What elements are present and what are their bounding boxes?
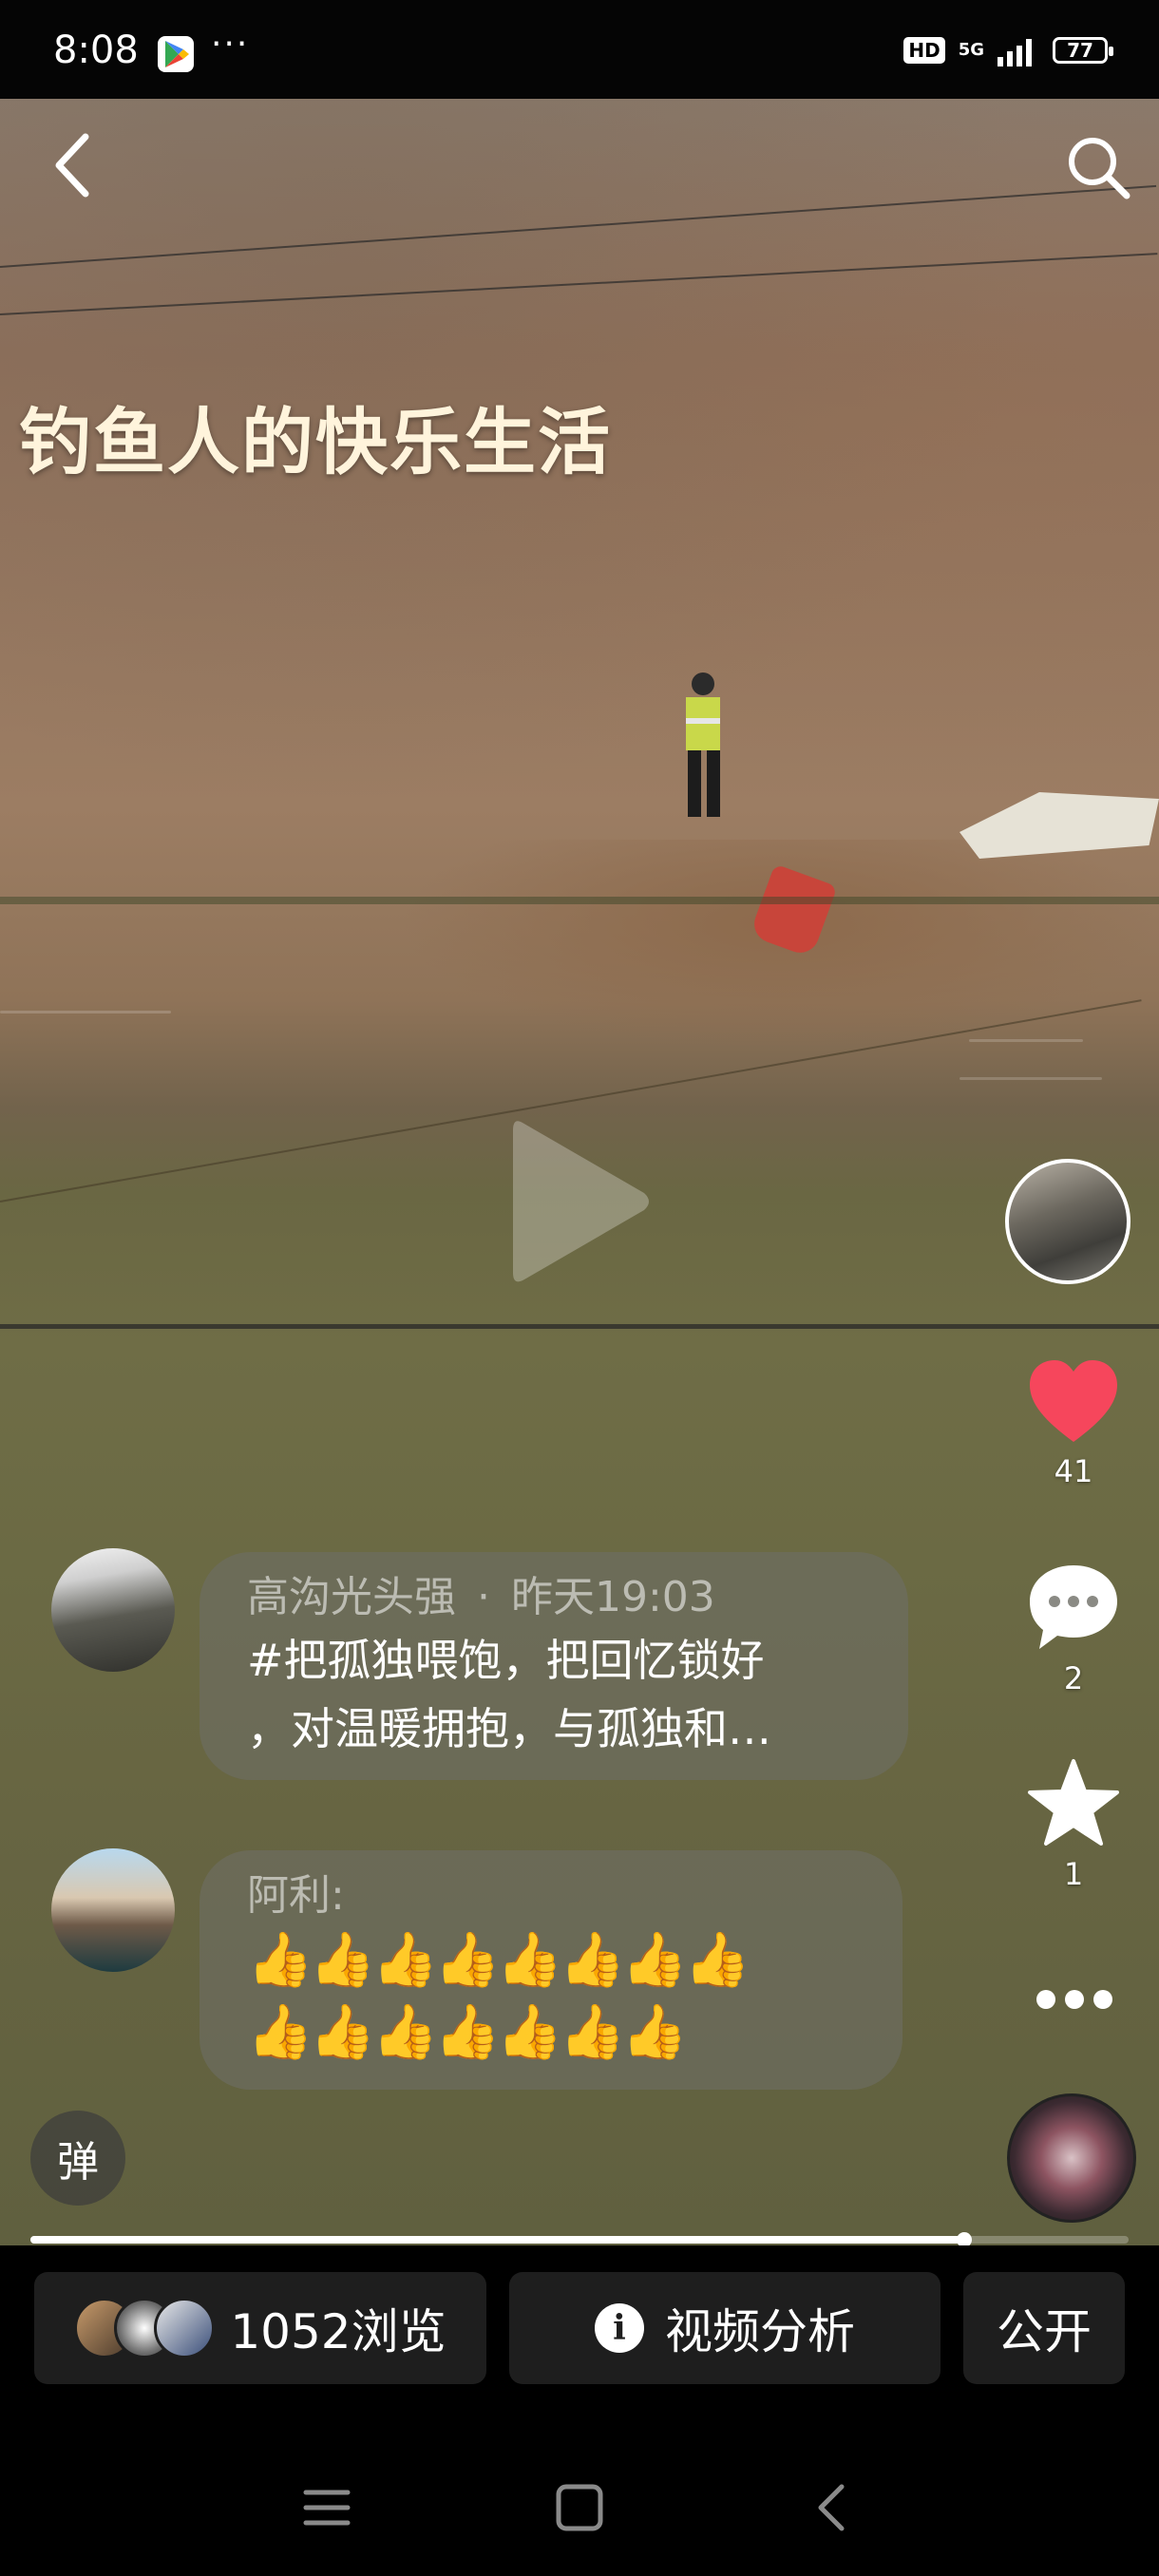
like-count: 41 xyxy=(1054,1453,1093,1489)
water-ripple xyxy=(960,1077,1102,1080)
views-button[interactable]: 1052浏览 xyxy=(34,2272,486,2384)
comment-emoji-row: 👍👍👍👍👍👍👍👍 xyxy=(247,1929,750,1991)
music-disc-icon[interactable] xyxy=(1007,2093,1136,2223)
video-analysis-button[interactable]: i 视频分析 xyxy=(509,2272,940,2384)
commenter-avatar[interactable] xyxy=(51,1548,175,1672)
comment-action[interactable]: 2 xyxy=(1016,1562,1130,1696)
favorite-count: 1 xyxy=(1063,1856,1084,1892)
video-progress-bar[interactable] xyxy=(30,2232,1129,2247)
home-icon[interactable] xyxy=(551,2479,608,2536)
viewer-avatars xyxy=(74,2298,216,2358)
visibility-button[interactable]: 公开 xyxy=(963,2272,1125,2384)
comment-text-line: #把孤独喂饱，把回忆锁好 xyxy=(247,1635,765,1686)
status-right-icons: HD 5G 77 xyxy=(903,34,1113,66)
play-store-icon xyxy=(158,36,194,72)
comment-separator: · xyxy=(477,1573,490,1621)
search-icon[interactable] xyxy=(1064,133,1132,201)
hd-badge: HD xyxy=(903,37,945,64)
views-label: 1052浏览 xyxy=(230,2304,446,2359)
visibility-label: 公开 xyxy=(997,2304,1092,2359)
play-icon[interactable] xyxy=(504,1111,656,1292)
commenter-avatar[interactable] xyxy=(51,1848,175,1972)
status-time: 8:08 xyxy=(53,28,139,72)
status-more-icon: ··· xyxy=(211,25,250,64)
back-nav-icon[interactable] xyxy=(804,2479,861,2536)
comment-bubble[interactable]: 阿利: 👍👍👍👍👍👍👍👍 👍👍👍👍👍👍👍 xyxy=(200,1850,902,2090)
favorite-action[interactable]: 1 xyxy=(1016,1757,1130,1892)
viewer-avatar xyxy=(154,2298,216,2358)
network-label: 5G xyxy=(958,40,984,60)
heart-icon[interactable] xyxy=(1026,1358,1121,1446)
recent-apps-icon[interactable] xyxy=(298,2479,355,2536)
danmaku-label: 弹 xyxy=(57,2138,99,2187)
water-ripple xyxy=(969,1039,1083,1042)
fishing-line xyxy=(0,1324,1159,1329)
video-player[interactable]: 钓鱼人的快乐生活 41 2 1 高沟光头强 · 昨天19:03 #把孤独喂饱，把… xyxy=(0,99,1159,2245)
fisherman-figure xyxy=(686,672,720,817)
comment-text-line: ，对温暖拥抱，与孤独和… xyxy=(247,1703,771,1754)
author-avatar[interactable] xyxy=(1005,1159,1130,1284)
comment-username: 阿利: xyxy=(247,1871,345,1920)
back-icon[interactable] xyxy=(48,127,104,203)
system-nav-bar xyxy=(0,2441,1159,2576)
progress-fill xyxy=(30,2236,964,2244)
like-action[interactable]: 41 xyxy=(1016,1358,1130,1489)
comment-bubble-icon[interactable] xyxy=(1026,1562,1121,1653)
battery-icon: 77 xyxy=(1053,37,1113,64)
comment-emoji-row: 👍👍👍👍👍👍👍 xyxy=(247,2001,688,2063)
comment-bubble[interactable]: 高沟光头强 · 昨天19:03 #把孤独喂饱，把回忆锁好 ，对温暖拥抱，与孤独和… xyxy=(200,1552,908,1780)
video-title: 钓鱼人的快乐生活 xyxy=(19,400,612,484)
info-icon: i xyxy=(595,2303,644,2353)
more-options-icon[interactable] xyxy=(1032,1985,1117,2014)
video-scenery xyxy=(0,99,1159,897)
analysis-label: 视频分析 xyxy=(665,2304,855,2359)
comment-username: 高沟光头强 xyxy=(247,1573,456,1621)
shoreline xyxy=(0,897,1159,904)
battery-level: 77 xyxy=(1067,39,1093,62)
star-icon[interactable] xyxy=(1026,1757,1121,1848)
water-ripple xyxy=(0,1011,171,1013)
status-bar: 8:08 ··· HD 5G 77 xyxy=(0,0,1159,99)
danmaku-toggle-button[interactable]: 弹 xyxy=(30,2111,125,2206)
comment-time: 昨天19:03 xyxy=(511,1573,715,1621)
signal-icon xyxy=(998,39,1032,66)
comment-count: 2 xyxy=(1063,1660,1084,1696)
